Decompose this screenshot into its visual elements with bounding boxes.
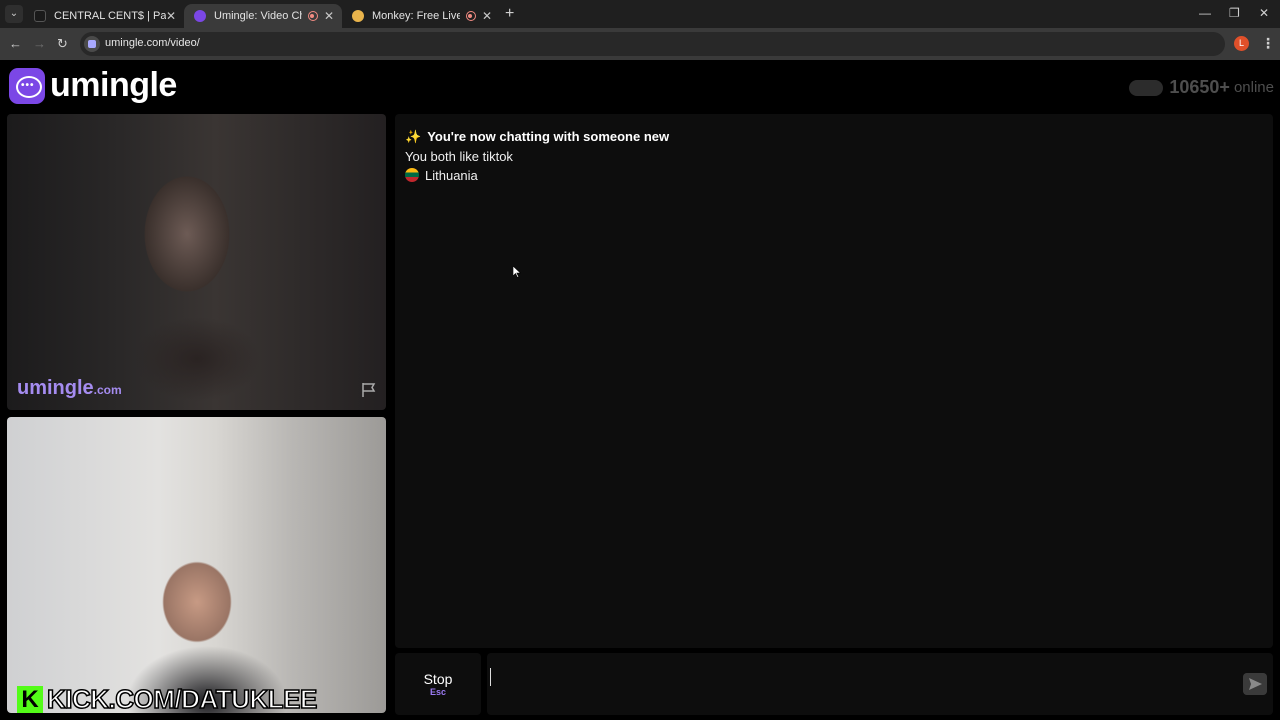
mouse-cursor-icon bbox=[513, 266, 521, 278]
common-interest-text: You both like tiktok bbox=[405, 149, 513, 164]
reload-icon[interactable]: ↻ bbox=[57, 36, 68, 52]
address-bar[interactable]: umingle.com/video/ ☆ bbox=[80, 32, 1225, 56]
theme-toggle[interactable] bbox=[1129, 79, 1164, 96]
kick-logo-icon: K bbox=[17, 685, 43, 713]
sparkles-icon: ✨ bbox=[405, 129, 422, 144]
stranger-video: umingle.com bbox=[7, 114, 386, 410]
forward-icon[interactable]: → bbox=[33, 36, 46, 52]
tab-title: Umingle: Video Chat with S bbox=[214, 10, 302, 22]
stream-overlay: K KICK.COM/DATUKLEE bbox=[17, 683, 318, 713]
close-tab-icon[interactable]: ✕ bbox=[482, 9, 492, 23]
self-video: K KICK.COM/DATUKLEE bbox=[7, 417, 386, 713]
umingle-watermark: umingle.com bbox=[17, 377, 122, 399]
profile-avatar[interactable]: L bbox=[1234, 36, 1249, 51]
stranger-country: Lithuania bbox=[405, 168, 478, 183]
umingle-page: ••• umingle 10650+ online umingle.com K … bbox=[0, 60, 1280, 720]
chat-panel: ✨ You're now chatting with someone new Yo… bbox=[395, 114, 1273, 648]
minimize-icon[interactable]: — bbox=[1199, 6, 1211, 20]
close-tab-icon[interactable]: ✕ bbox=[166, 9, 176, 23]
stop-label: Stop bbox=[423, 671, 453, 687]
message-input[interactable] bbox=[487, 653, 1227, 715]
browser-menu-icon[interactable]: ⋮ bbox=[1261, 35, 1275, 52]
browser-toolbar: ← → ↻ umingle.com/video/ ☆ bbox=[0, 28, 1280, 60]
chat-bubble-logo-icon: ••• bbox=[9, 67, 45, 104]
lithuania-flag-icon bbox=[405, 168, 419, 182]
report-flag-icon[interactable] bbox=[361, 382, 377, 398]
packdraw-favicon-icon bbox=[34, 10, 46, 22]
stream-url-text: KICK.COM/DATUKLEE bbox=[46, 683, 318, 713]
site-info-icon[interactable] bbox=[84, 36, 100, 52]
tab-monkey[interactable]: Monkey: Free Live Video Ch ✕ bbox=[342, 4, 500, 28]
online-count: 10650+ bbox=[1169, 77, 1230, 97]
back-icon[interactable]: ← bbox=[9, 36, 22, 52]
send-icon[interactable] bbox=[1243, 673, 1267, 695]
text-caret bbox=[490, 668, 491, 686]
stop-button[interactable]: Stop Esc bbox=[395, 653, 481, 715]
recording-icon bbox=[307, 11, 318, 21]
stop-shortcut: Esc bbox=[429, 687, 446, 697]
online-indicator: 10650+ online bbox=[1129, 77, 1274, 98]
recording-icon bbox=[465, 11, 476, 21]
close-tab-icon[interactable]: ✕ bbox=[324, 9, 334, 23]
message-composer bbox=[487, 653, 1273, 715]
chat-system-header: ✨ You're now chatting with someone new bbox=[405, 129, 670, 144]
tab-packdraw[interactable]: CENTRAL CENT$ | PackDraw ✕ bbox=[24, 4, 184, 28]
tab-title: CENTRAL CENT$ | PackDraw bbox=[54, 10, 166, 22]
url-text[interactable]: umingle.com/video/ bbox=[105, 37, 200, 49]
monkey-favicon-icon bbox=[352, 10, 364, 22]
new-tab-icon[interactable]: + bbox=[505, 6, 514, 22]
tab-umingle[interactable]: Umingle: Video Chat with S ✕ bbox=[184, 4, 342, 28]
umingle-favicon-icon bbox=[194, 10, 206, 22]
site-logo[interactable]: ••• umingle bbox=[9, 66, 177, 105]
browser-tab-strip: ⌄ CENTRAL CENT$ | PackDraw ✕ Umingle: Vi… bbox=[0, 0, 1280, 28]
tab-title: Monkey: Free Live Video Ch bbox=[372, 10, 460, 22]
close-window-icon[interactable]: ✕ bbox=[1259, 6, 1269, 20]
online-label: online bbox=[1233, 79, 1274, 96]
logo-text: umingle bbox=[50, 66, 177, 104]
restore-icon[interactable]: ❐ bbox=[1229, 6, 1240, 20]
tab-search-icon[interactable]: ⌄ bbox=[5, 5, 23, 23]
